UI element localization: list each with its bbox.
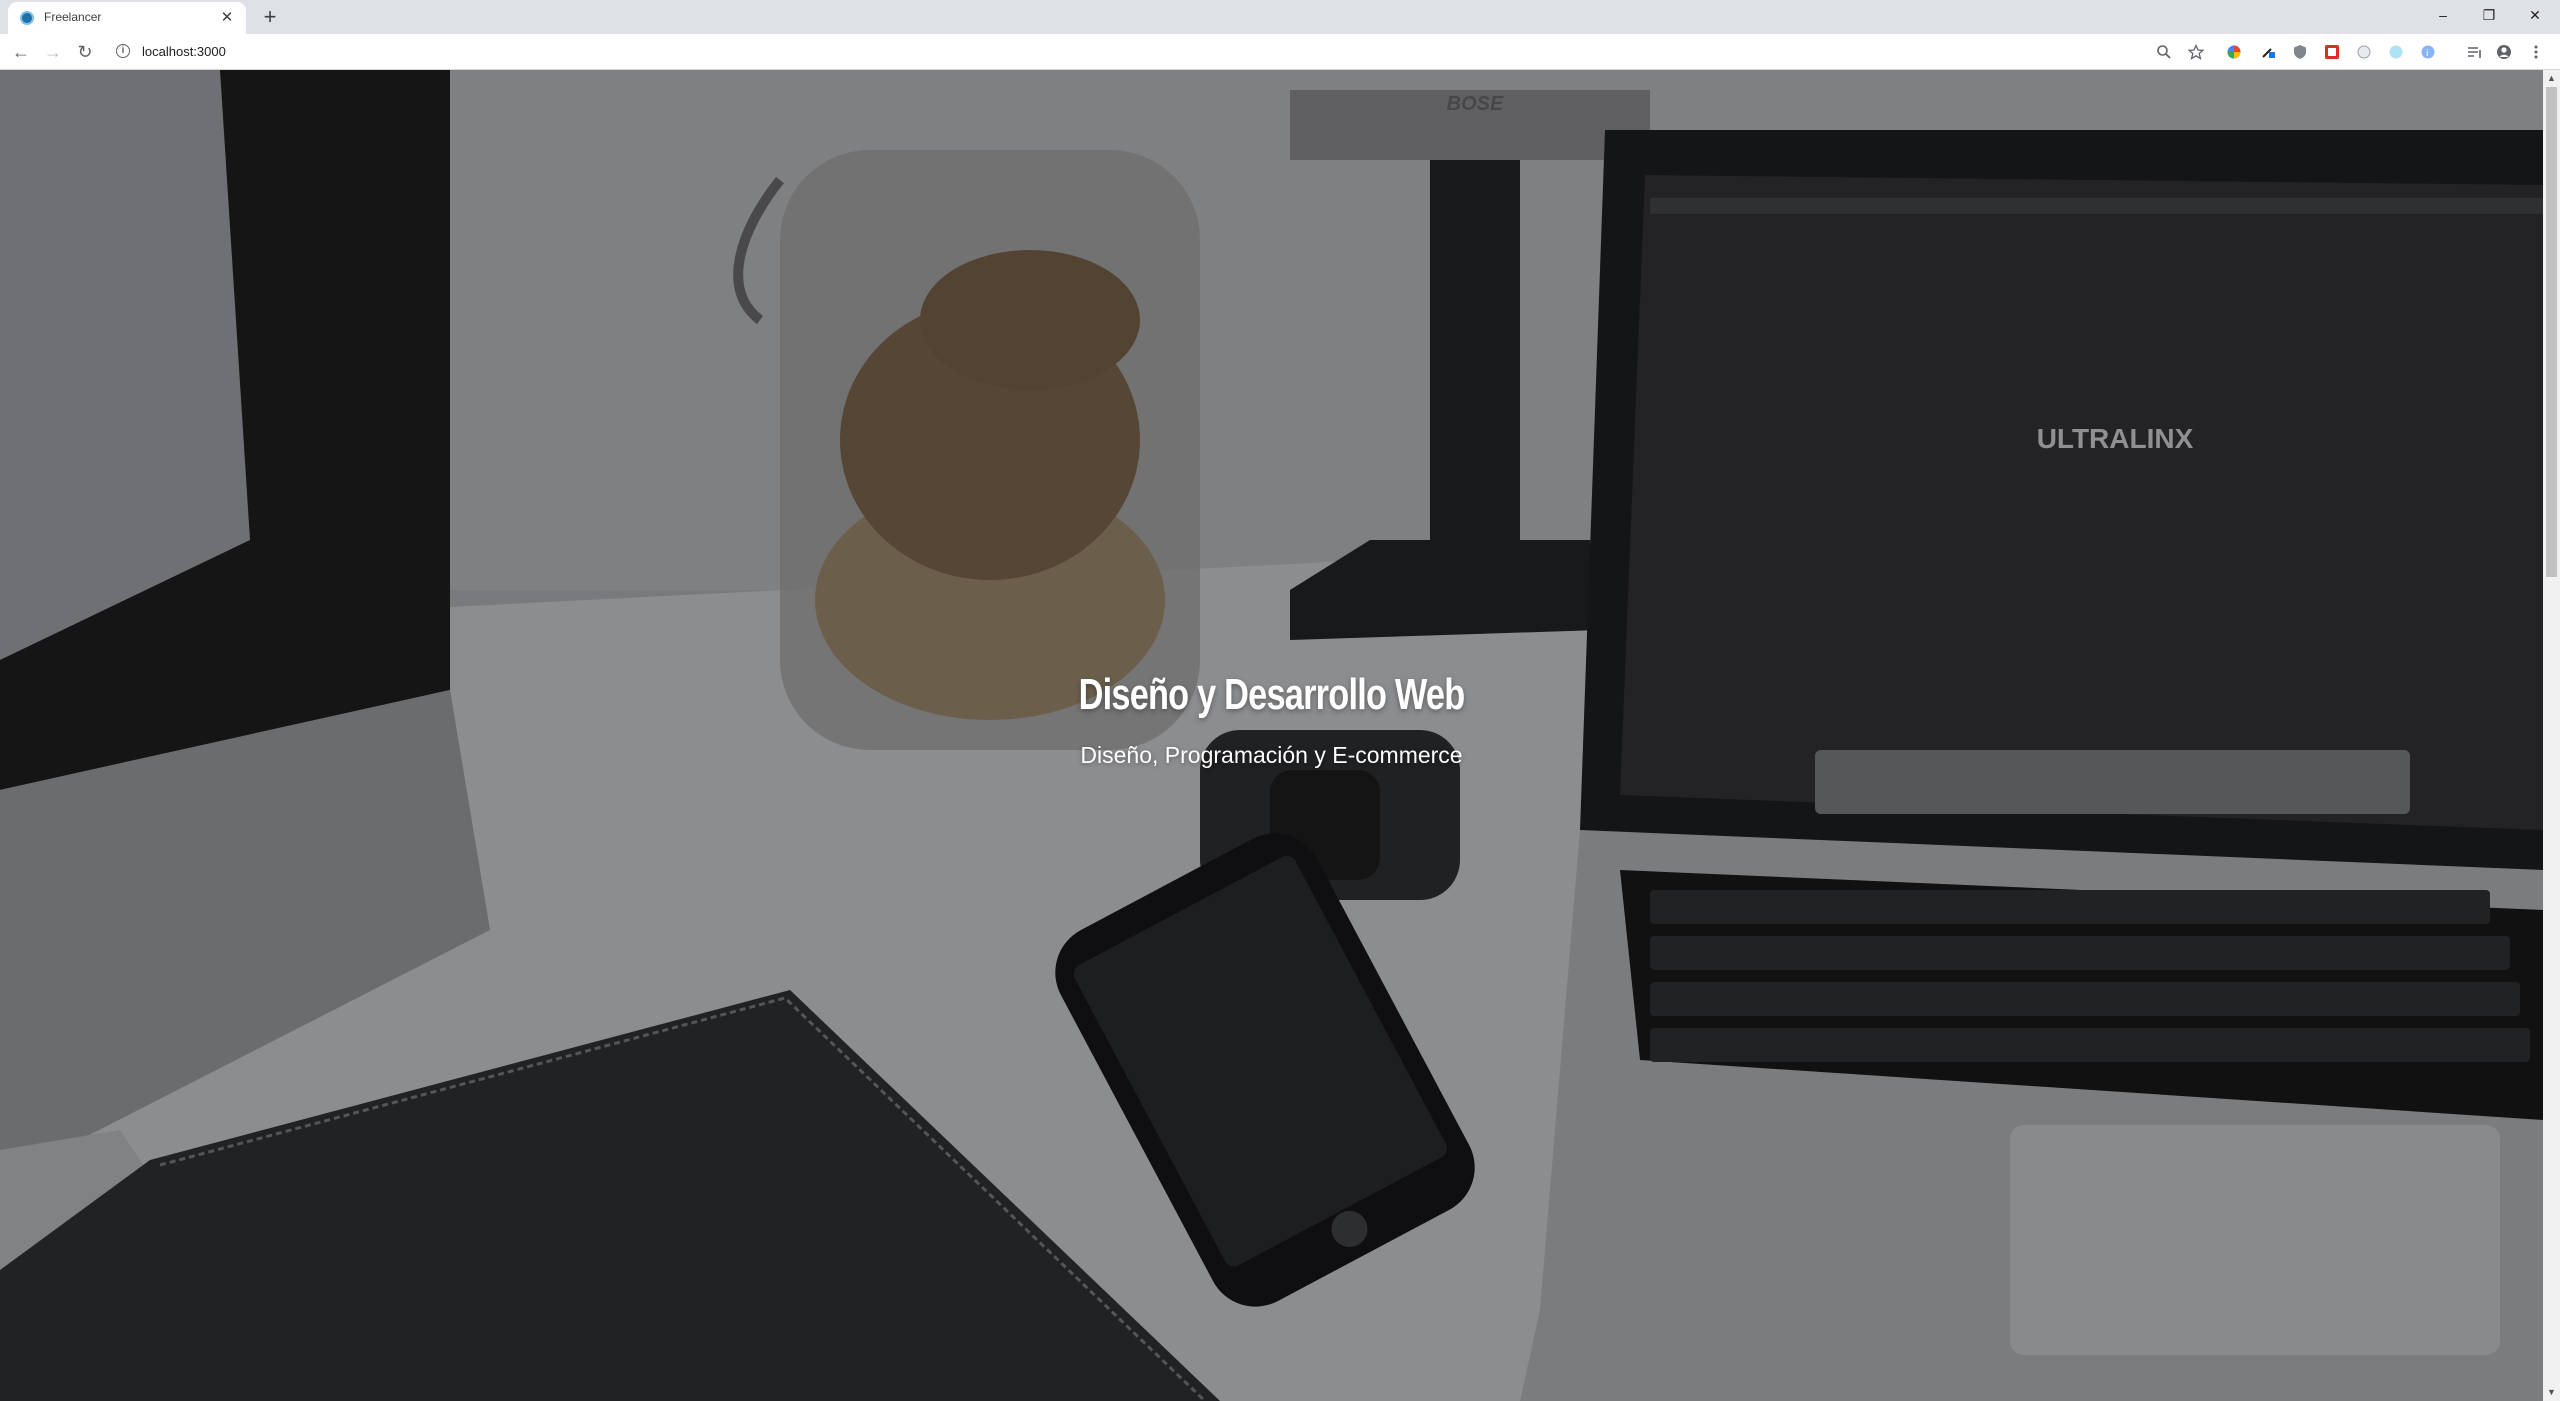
color-extension-icon[interactable]: [2226, 44, 2242, 60]
react-favicon-icon: [20, 11, 34, 25]
bookmark-star-icon[interactable]: [2188, 44, 2204, 60]
tab-close-icon[interactable]: ✕: [218, 9, 236, 27]
back-button[interactable]: ←: [9, 40, 33, 64]
restore-button[interactable]: ❐: [2466, 0, 2512, 30]
hero-subtitle: Diseño, Programación y E-commerce: [1080, 742, 1463, 768]
tab-strip: Freelancer ✕ + – ❐ ✕: [0, 0, 2560, 34]
hero-background-image: ULTRALINX BOSE: [0, 70, 2543, 1401]
menu-kebab-icon[interactable]: [2528, 44, 2544, 60]
scrollbar-thumb[interactable]: [2546, 87, 2557, 577]
scroll-down-icon[interactable]: ▼: [2543, 1384, 2560, 1401]
snowflake-extension-icon[interactable]: [2388, 44, 2404, 60]
zoom-icon[interactable]: [2156, 44, 2172, 60]
extension-generic-icon[interactable]: [2356, 44, 2372, 60]
browser-toolbar: ← → ↻ i localhost:3000 i: [0, 34, 2560, 70]
eyedropper-extension-icon[interactable]: [2260, 44, 2276, 60]
shield-extension-icon[interactable]: [2292, 44, 2308, 60]
profile-avatar-icon[interactable]: [2496, 44, 2512, 60]
pdf-extension-icon[interactable]: [2324, 44, 2340, 60]
hero-section: ULTRALINX BOSE Diseño y Desarrollo Web D…: [0, 70, 2543, 1401]
page-scrollbar[interactable]: ▲ ▼: [2543, 70, 2560, 1401]
minimize-button[interactable]: –: [2420, 0, 2466, 30]
browser-tab[interactable]: Freelancer ✕: [8, 2, 246, 34]
tab-title: Freelancer: [44, 10, 102, 24]
forward-button[interactable]: →: [41, 40, 65, 64]
hero-title: Diseño y Desarrollo Web: [1078, 670, 1466, 719]
svg-text:i: i: [2426, 49, 2429, 59]
reading-list-icon[interactable]: [2466, 44, 2482, 60]
reload-button[interactable]: ↻: [73, 40, 97, 64]
address-bar[interactable]: i localhost:3000: [108, 38, 2178, 66]
site-info-icon[interactable]: i: [116, 44, 130, 58]
url-text[interactable]: localhost:3000: [142, 44, 226, 59]
close-window-button[interactable]: ✕: [2512, 0, 2558, 30]
info-extension-icon[interactable]: i: [2420, 44, 2436, 60]
scroll-up-icon[interactable]: ▲: [2543, 70, 2560, 87]
new-tab-button[interactable]: +: [258, 5, 282, 29]
